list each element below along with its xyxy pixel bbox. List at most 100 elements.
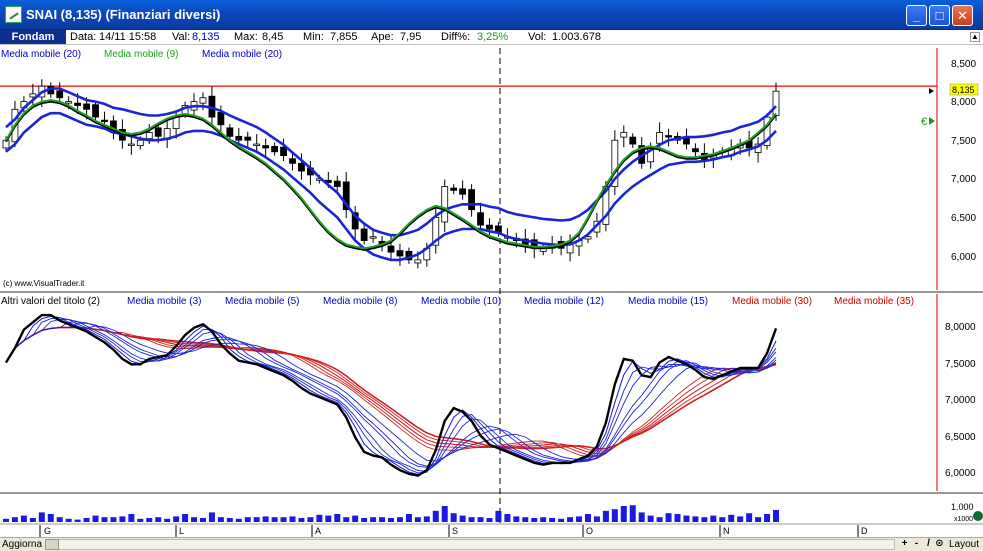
volume-bar (110, 517, 117, 522)
price-tag-label: 8,135 (952, 85, 975, 95)
volume-bar (262, 516, 269, 522)
copyright-label: (c) www.VisualTrader.it (3, 279, 85, 288)
volume-bar (352, 515, 359, 522)
candle-body (271, 145, 279, 153)
candle-body (450, 187, 458, 191)
volume-bar (370, 517, 377, 522)
ytick-mid-0: 8,0000 (945, 322, 976, 333)
volume-bar (584, 514, 591, 522)
volume-bar (746, 513, 753, 522)
ytick-top-3: 7,000 (951, 174, 976, 185)
volume-bar (504, 514, 511, 522)
candle-body (280, 146, 287, 157)
volume-bar (235, 518, 242, 522)
candle-body (396, 250, 404, 257)
scrollbar-left-handle[interactable] (45, 539, 59, 550)
legend-mid-1: Altri valori del titolo (2) (1, 296, 100, 307)
volume-bar (128, 514, 135, 522)
volume-bar (405, 514, 412, 522)
ribbon-blue-ma (5, 315, 777, 475)
ytick-top-0: 8,500 (951, 59, 976, 70)
volume-bar (316, 514, 323, 522)
volume-bar (486, 518, 493, 522)
month-s: S (452, 526, 458, 536)
volume-bar (620, 506, 627, 522)
volume-bar (558, 518, 565, 522)
legend-mid-7: Media mobile (15) (628, 296, 708, 307)
legend-top-3: Media mobile (20) (202, 49, 282, 60)
candle-body (101, 119, 108, 123)
candle-body (199, 97, 207, 104)
volume-bar (638, 512, 645, 522)
aggiorna-button[interactable]: Aggiorna (2, 539, 42, 550)
volume-bar (65, 518, 72, 522)
vol-ytick: 1.000 (951, 502, 974, 512)
volume-bar (665, 513, 672, 522)
volume-chart (3, 505, 779, 522)
month-a: A (315, 526, 321, 536)
zoom-out-button[interactable]: - (911, 538, 922, 550)
candle-body (477, 212, 484, 226)
volume-bar (576, 516, 583, 522)
candle-body (217, 112, 225, 126)
chart-area[interactable]: Media mobile (20) Media mobile (9) Media… (0, 0, 983, 551)
legend-mid-3: Media mobile (5) (225, 296, 299, 307)
ribbon-blue-ma (5, 318, 777, 472)
candle-body (414, 259, 422, 264)
month-n: N (723, 526, 730, 536)
volume-bar (83, 518, 90, 522)
candle-body (145, 132, 153, 140)
legend-top-2: Media mobile (9) (104, 49, 178, 60)
volume-bar (719, 517, 726, 522)
volume-bar (522, 517, 529, 522)
volume-bar (101, 517, 108, 522)
status-bar: Aggiorna + - / ⊙ Layout (0, 537, 983, 551)
volume-bar (226, 518, 233, 522)
volume-bar (244, 517, 251, 522)
volume-toggle-icon[interactable] (973, 511, 983, 521)
candle-body (262, 145, 270, 149)
ytick-mid-2: 7,0000 (945, 395, 976, 406)
ribbon-red-ma (5, 326, 777, 452)
layout-button[interactable]: Layout (949, 539, 979, 550)
candle-body (387, 245, 395, 253)
volume-bar (468, 517, 475, 522)
volume-bar (629, 505, 636, 522)
candle-body (333, 180, 341, 187)
time-scrollbar[interactable] (45, 539, 895, 550)
volume-bar (755, 517, 762, 522)
zoom-in-button[interactable]: + (899, 538, 910, 550)
candle-body (289, 158, 296, 164)
volume-bar (423, 516, 430, 522)
volume-bar (656, 517, 663, 522)
ytick-mid-1: 7,5000 (945, 359, 976, 370)
volume-bar (280, 517, 287, 522)
candle-body (486, 224, 493, 230)
ytick-top-2: 7,500 (951, 136, 976, 147)
volume-bar (764, 514, 771, 522)
candle-body (127, 143, 135, 146)
volume-bar (146, 518, 153, 522)
volume-bar (307, 517, 314, 522)
settings-icon[interactable]: ⊙ (934, 538, 945, 550)
candle-body (665, 135, 672, 138)
euro-marker-icon[interactable]: € (921, 116, 927, 128)
volume-bar (737, 516, 744, 522)
volume-bar (343, 517, 350, 522)
ribbon-chart (4, 313, 778, 477)
candle-body (298, 162, 305, 172)
draw-line-button[interactable]: / (923, 538, 934, 550)
candle-body (83, 103, 90, 110)
volume-bar (379, 517, 386, 522)
month-l: L (179, 526, 184, 536)
month-g: G (44, 526, 51, 536)
candle-body (620, 132, 628, 138)
candle-body (656, 132, 664, 144)
volume-bar (396, 517, 403, 522)
volume-bar (208, 512, 215, 522)
ytick-top-4: 6,500 (951, 213, 976, 224)
volume-bar (540, 517, 547, 522)
candle-body (468, 189, 475, 211)
candle-body (360, 228, 368, 241)
price-panel[interactable] (0, 46, 983, 291)
